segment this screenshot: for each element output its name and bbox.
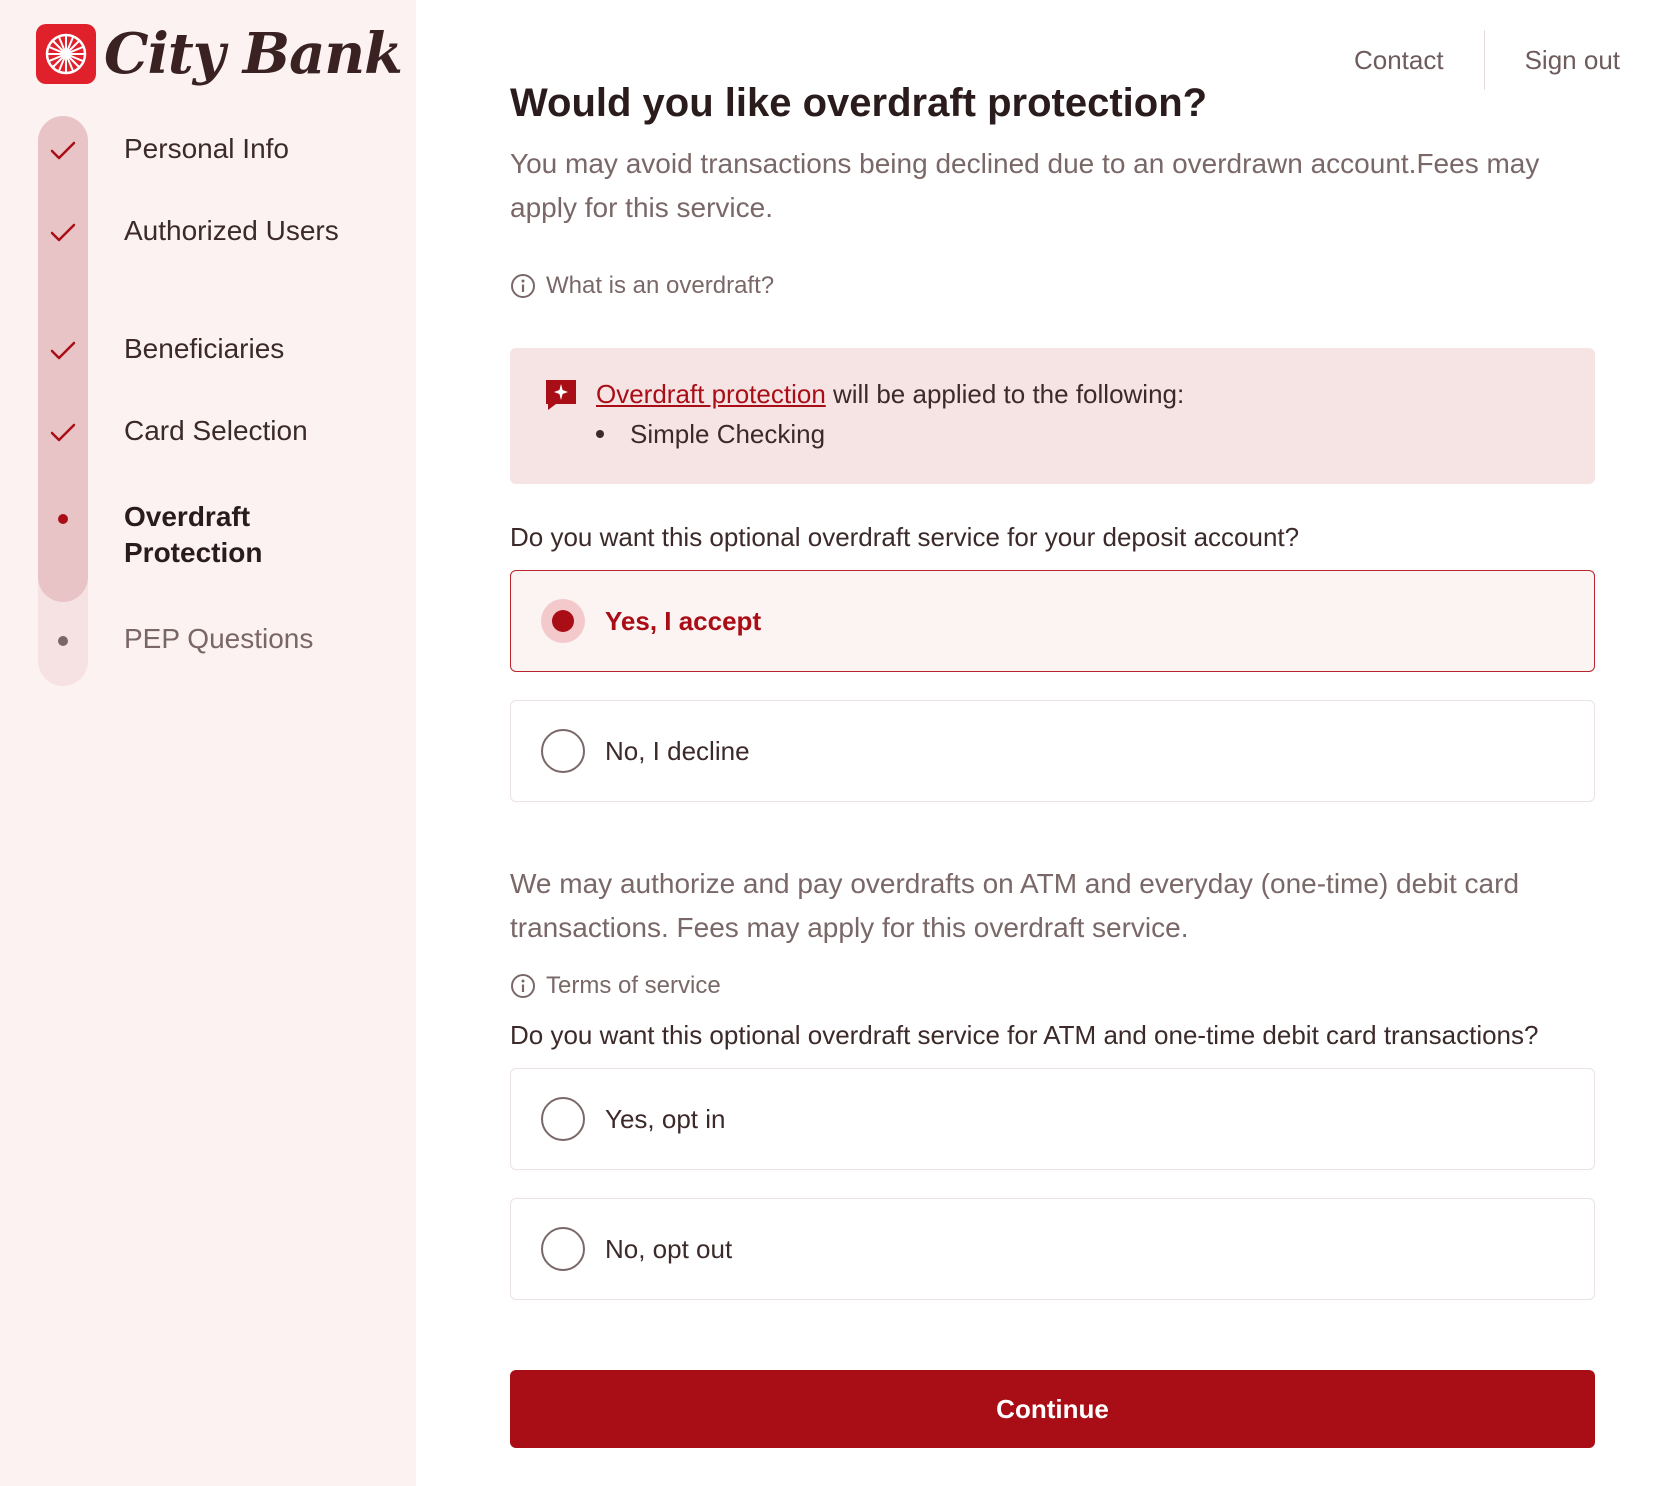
- step-pep-questions[interactable]: PEP Questions: [38, 621, 398, 661]
- radio-unselected-icon[interactable]: [541, 1227, 585, 1271]
- overdraft-protection-link[interactable]: Overdraft protection: [596, 379, 826, 409]
- step-card-selection[interactable]: Card Selection: [38, 413, 398, 453]
- step-beneficiaries[interactable]: Beneficiaries: [38, 331, 398, 371]
- contact-link[interactable]: Contact: [1314, 30, 1484, 90]
- step-label: Card Selection: [124, 415, 308, 446]
- option-label: No, I decline: [605, 735, 750, 766]
- what-is-overdraft-label: What is an overdraft?: [546, 272, 775, 299]
- step-label: Authorized Users: [124, 215, 339, 246]
- sign-out-link[interactable]: Sign out: [1485, 30, 1620, 90]
- info-icon: [510, 973, 536, 999]
- bullet-icon: [596, 430, 604, 438]
- step-personal-info[interactable]: Personal Info: [38, 131, 398, 171]
- check-icon: [38, 413, 88, 453]
- step-label: PEP Questions: [124, 623, 314, 654]
- yes-accept-option[interactable]: Yes, I accept: [510, 570, 1595, 672]
- radio-selected-icon[interactable]: [541, 599, 585, 643]
- what-is-overdraft-link[interactable]: What is an overdraft?: [510, 272, 774, 300]
- step-overdraft-protection[interactable]: Overdraft Protection: [38, 499, 398, 571]
- pending-step-dot-icon: [38, 621, 88, 661]
- sidebar: City Bank Personal Info Authorized Users…: [0, 0, 416, 1486]
- step-label: Beneficiaries: [124, 333, 285, 364]
- current-step-dot-icon: [38, 499, 88, 539]
- deposit-overdraft-question: Do you want this optional overdraft serv…: [510, 522, 1300, 552]
- continue-button[interactable]: Continue: [510, 1370, 1595, 1448]
- terms-of-service-label: Terms of service: [546, 972, 721, 999]
- wheel-logo-icon: [36, 24, 96, 84]
- no-opt-out-option[interactable]: No, opt out: [510, 1198, 1595, 1300]
- info-icon: [510, 273, 536, 299]
- step-label: Overdraft Protection: [124, 501, 263, 568]
- notice-text: Overdraft protection will be applied to …: [596, 376, 1184, 412]
- atm-overdraft-question: Do you want this optional overdraft serv…: [510, 1020, 1539, 1050]
- chat-sparkle-icon: [544, 378, 578, 412]
- yes-opt-in-option[interactable]: Yes, opt in: [510, 1068, 1595, 1170]
- radio-unselected-icon[interactable]: [541, 1097, 585, 1141]
- check-icon: [38, 331, 88, 371]
- terms-of-service-link[interactable]: Terms of service: [510, 972, 721, 1000]
- brand-logo[interactable]: City Bank: [36, 21, 403, 87]
- atm-overdraft-description: We may authorize and pay overdrafts on A…: [510, 868, 1520, 943]
- no-decline-option[interactable]: No, I decline: [510, 700, 1595, 802]
- brand-name: City Bank: [104, 21, 403, 87]
- option-label: Yes, I accept: [605, 605, 762, 636]
- option-label: No, opt out: [605, 1233, 733, 1264]
- account-name: Simple Checking: [630, 419, 826, 449]
- page-title: Would you like overdraft protection?: [510, 81, 1208, 125]
- top-nav: Contact Sign out: [1314, 30, 1620, 90]
- check-icon: [38, 213, 88, 253]
- page-subtitle: You may avoid transactions being decline…: [510, 148, 1540, 223]
- account-list-item: Simple Checking: [596, 416, 1561, 452]
- step-authorized-users[interactable]: Authorized Users: [38, 213, 398, 253]
- check-icon: [38, 131, 88, 171]
- step-label: Personal Info: [124, 133, 289, 164]
- option-label: Yes, opt in: [605, 1103, 726, 1134]
- overdraft-notice: Overdraft protection will be applied to …: [510, 348, 1595, 484]
- notice-body: will be applied to the following:: [825, 379, 1185, 409]
- radio-unselected-icon[interactable]: [541, 729, 585, 773]
